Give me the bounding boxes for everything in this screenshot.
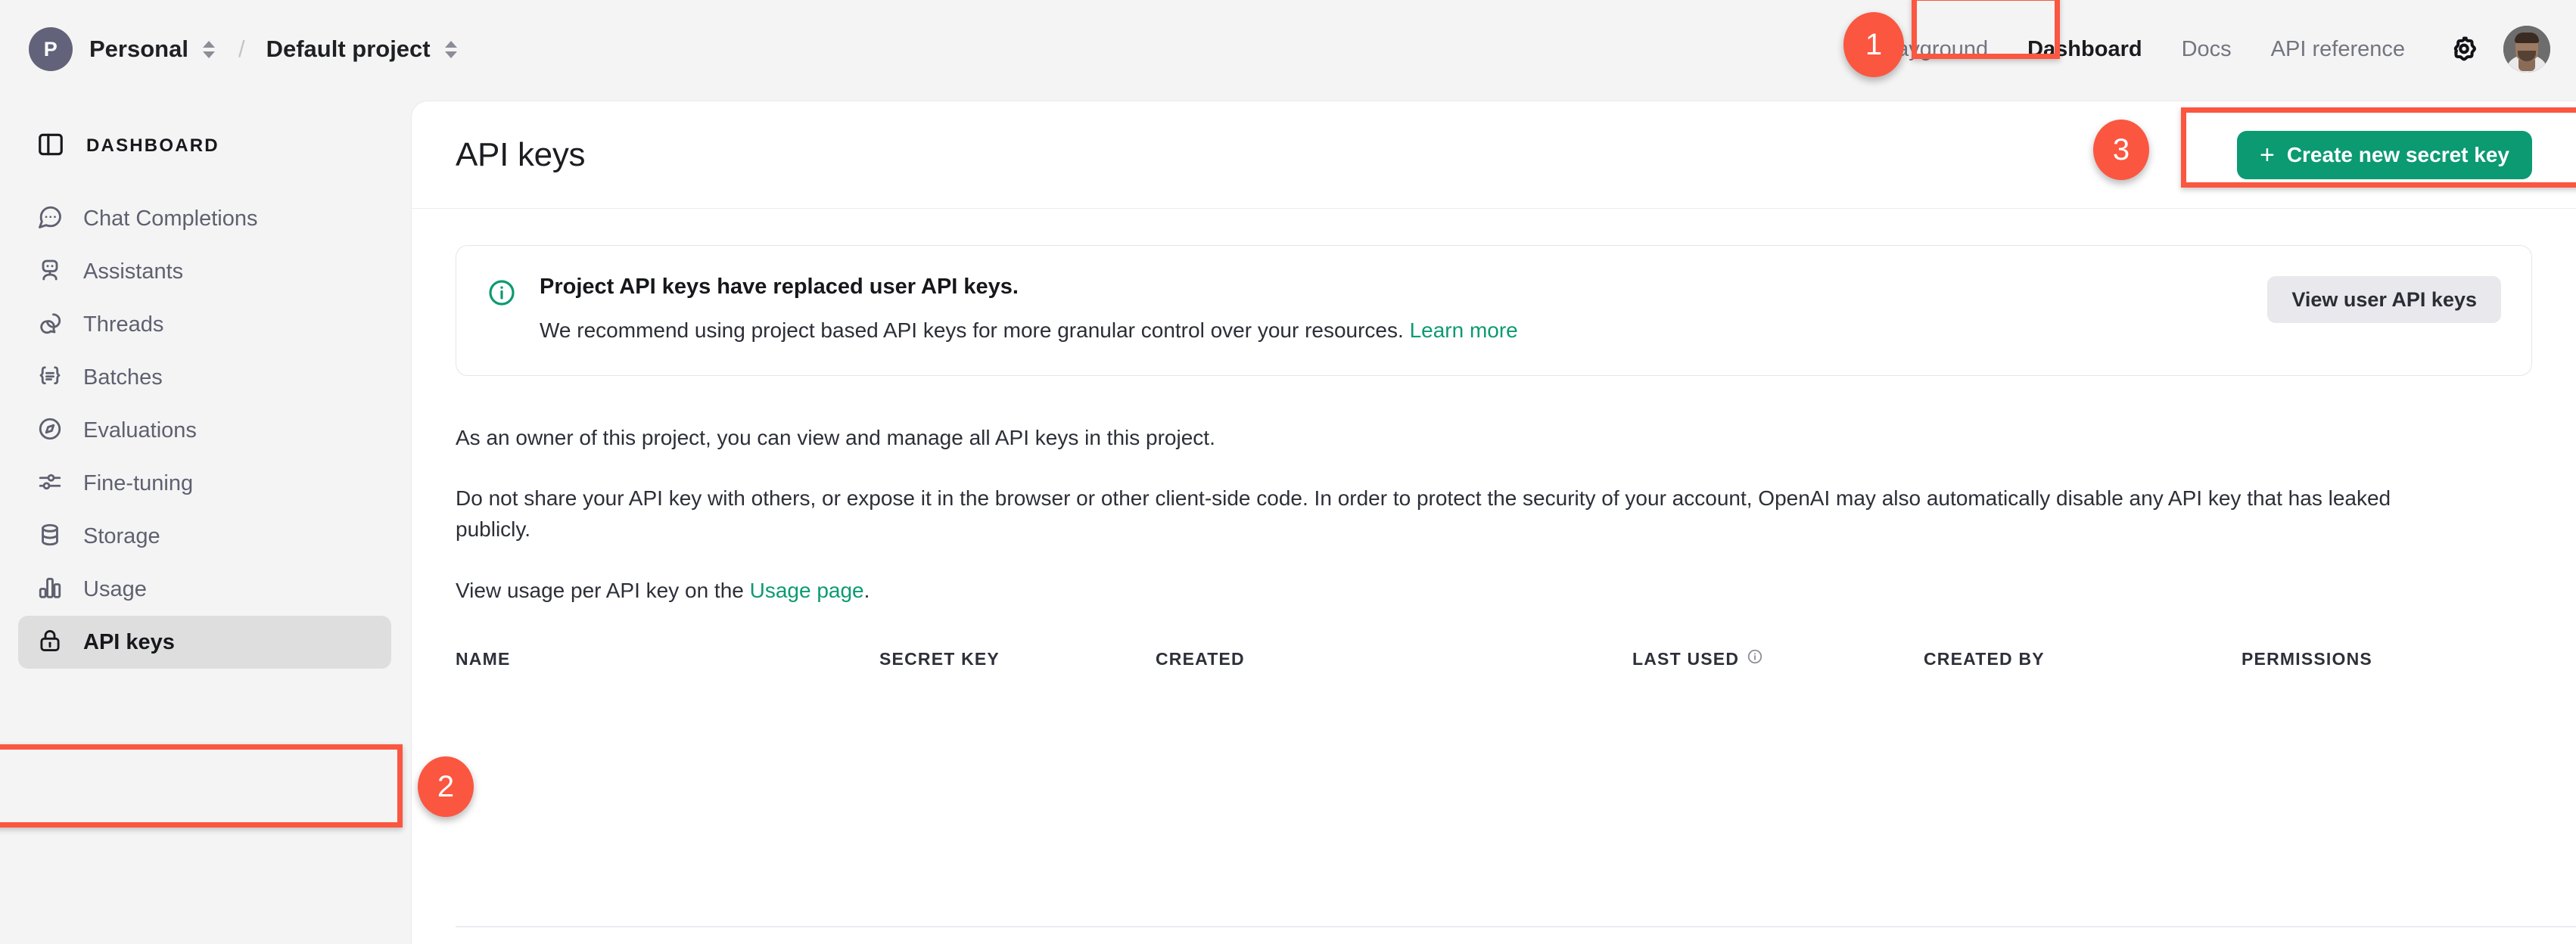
database-icon <box>36 521 64 552</box>
column-header-secret-key: SECRET KEY <box>879 648 1000 669</box>
chat-bubble-icon <box>36 203 64 234</box>
org-avatar: P <box>29 27 73 71</box>
info-banner-title: Project API keys have replaced user API … <box>540 275 1019 299</box>
compass-icon <box>36 415 64 446</box>
sidebar-item-label: Threads <box>83 312 164 337</box>
sidebar-item-threads[interactable]: Threads <box>18 298 391 351</box>
chevron-updown-icon[interactable] <box>443 36 459 62</box>
usage-note-suffix: . <box>863 578 870 602</box>
sidebar-item-label: Evaluations <box>83 418 197 442</box>
sidebar-item-fine-tuning[interactable]: Fine-tuning <box>18 457 391 510</box>
main-panel: API keys + Create new secret key Project… <box>411 101 2576 944</box>
sidebar-item-label: Batches <box>83 365 163 390</box>
page-body: Project API keys have replaced user API … <box>412 209 2576 669</box>
sliders-icon <box>36 468 64 499</box>
paragraph-usage-note: View usage per API key on the Usage page… <box>456 576 2532 607</box>
table-bottom-divider <box>456 926 2576 927</box>
sidebar-item-label: Chat Completions <box>83 206 258 231</box>
top-bar: P Personal / Default project Playground … <box>0 0 2576 98</box>
usage-page-link[interactable]: Usage page <box>750 579 864 602</box>
sidebar-nav: Chat Completions Assistants Threads Batc… <box>0 192 411 669</box>
info-banner-description-text: We recommend using project based API key… <box>540 318 1410 342</box>
sidebar-item-usage[interactable]: Usage <box>18 563 391 616</box>
info-banner-description: We recommend using project based API key… <box>540 316 2240 345</box>
create-new-secret-key-label: Create new secret key <box>2286 142 2509 166</box>
column-header-created: CREATED <box>1156 648 1245 669</box>
column-header-last-used: LAST USED <box>1632 648 1924 669</box>
sidebar-item-chat-completions[interactable]: Chat Completions <box>18 192 391 245</box>
paragraph-owner-note: As an owner of this project, you can vie… <box>456 425 1215 449</box>
nav-link-dashboard[interactable]: Dashboard <box>2008 37 2161 62</box>
braces-icon <box>36 362 64 393</box>
create-new-secret-key-button[interactable]: + Create new secret key <box>2236 130 2532 179</box>
usage-note-prefix: View usage per API key on the <box>456 578 750 602</box>
api-keys-table-header: NAME SECRET KEY CREATED LAST USED CREATE… <box>456 648 2532 669</box>
primary-nav: Playground Dashboard Docs API reference <box>1857 26 2550 73</box>
sidebar-item-label: Storage <box>83 523 160 548</box>
column-header-permissions: PERMISSIONS <box>2242 648 2372 669</box>
lock-icon <box>36 627 64 658</box>
panel-layout-icon <box>36 130 65 163</box>
info-banner: Project API keys have replaced user API … <box>456 245 2532 376</box>
sidebar-header-label: DASHBOARD <box>86 135 219 156</box>
sidebar-item-label: API keys <box>83 629 175 654</box>
sidebar-item-label: Assistants <box>83 259 184 284</box>
learn-more-link[interactable]: Learn more <box>1410 318 1518 342</box>
avatar[interactable] <box>2503 26 2550 73</box>
step-badge-2: 2 <box>418 756 474 817</box>
chevron-updown-icon[interactable] <box>201 36 217 62</box>
page-title: API keys <box>456 135 586 173</box>
org-name[interactable]: Personal <box>89 36 188 63</box>
gear-icon[interactable] <box>2447 33 2481 66</box>
sidebar-item-batches[interactable]: Batches <box>18 351 391 404</box>
threads-icon <box>36 309 64 340</box>
nav-link-api-reference[interactable]: API reference <box>2251 37 2425 62</box>
sidebar-item-evaluations[interactable]: Evaluations <box>18 404 391 457</box>
column-header-name: NAME <box>456 648 511 669</box>
info-circle-icon[interactable] <box>1747 648 1763 669</box>
sidebar-item-assistants[interactable]: Assistants <box>18 245 391 298</box>
sidebar-item-label: Fine-tuning <box>83 470 194 495</box>
nav-link-docs[interactable]: Docs <box>2162 37 2251 62</box>
sidebar-item-api-keys[interactable]: API keys <box>18 616 391 669</box>
column-header-last-used-label: LAST USED <box>1632 648 1740 669</box>
breadcrumb: P Personal / Default project <box>29 27 459 71</box>
info-circle-icon <box>487 278 517 312</box>
breadcrumb-separator: / <box>238 36 245 62</box>
view-user-api-keys-button[interactable]: View user API keys <box>2267 276 2501 323</box>
page-header: API keys + Create new secret key <box>412 101 2576 209</box>
sidebar-header[interactable]: DASHBOARD <box>0 120 411 172</box>
step-badge-3: 3 <box>2093 120 2149 180</box>
robot-icon <box>36 256 64 287</box>
plus-icon: + <box>2259 140 2275 169</box>
paragraph-security-note: Do not share your API key with others, o… <box>456 486 2391 541</box>
sidebar: DASHBOARD Chat Completions Assistants Th… <box>0 98 411 944</box>
bar-chart-icon <box>36 574 64 605</box>
column-header-created-by: CREATED BY <box>1924 648 2045 669</box>
project-name[interactable]: Default project <box>266 36 431 63</box>
sidebar-item-label: Usage <box>83 576 147 601</box>
step-badge-1: 1 <box>1843 12 1904 77</box>
sidebar-item-storage[interactable]: Storage <box>18 510 391 563</box>
